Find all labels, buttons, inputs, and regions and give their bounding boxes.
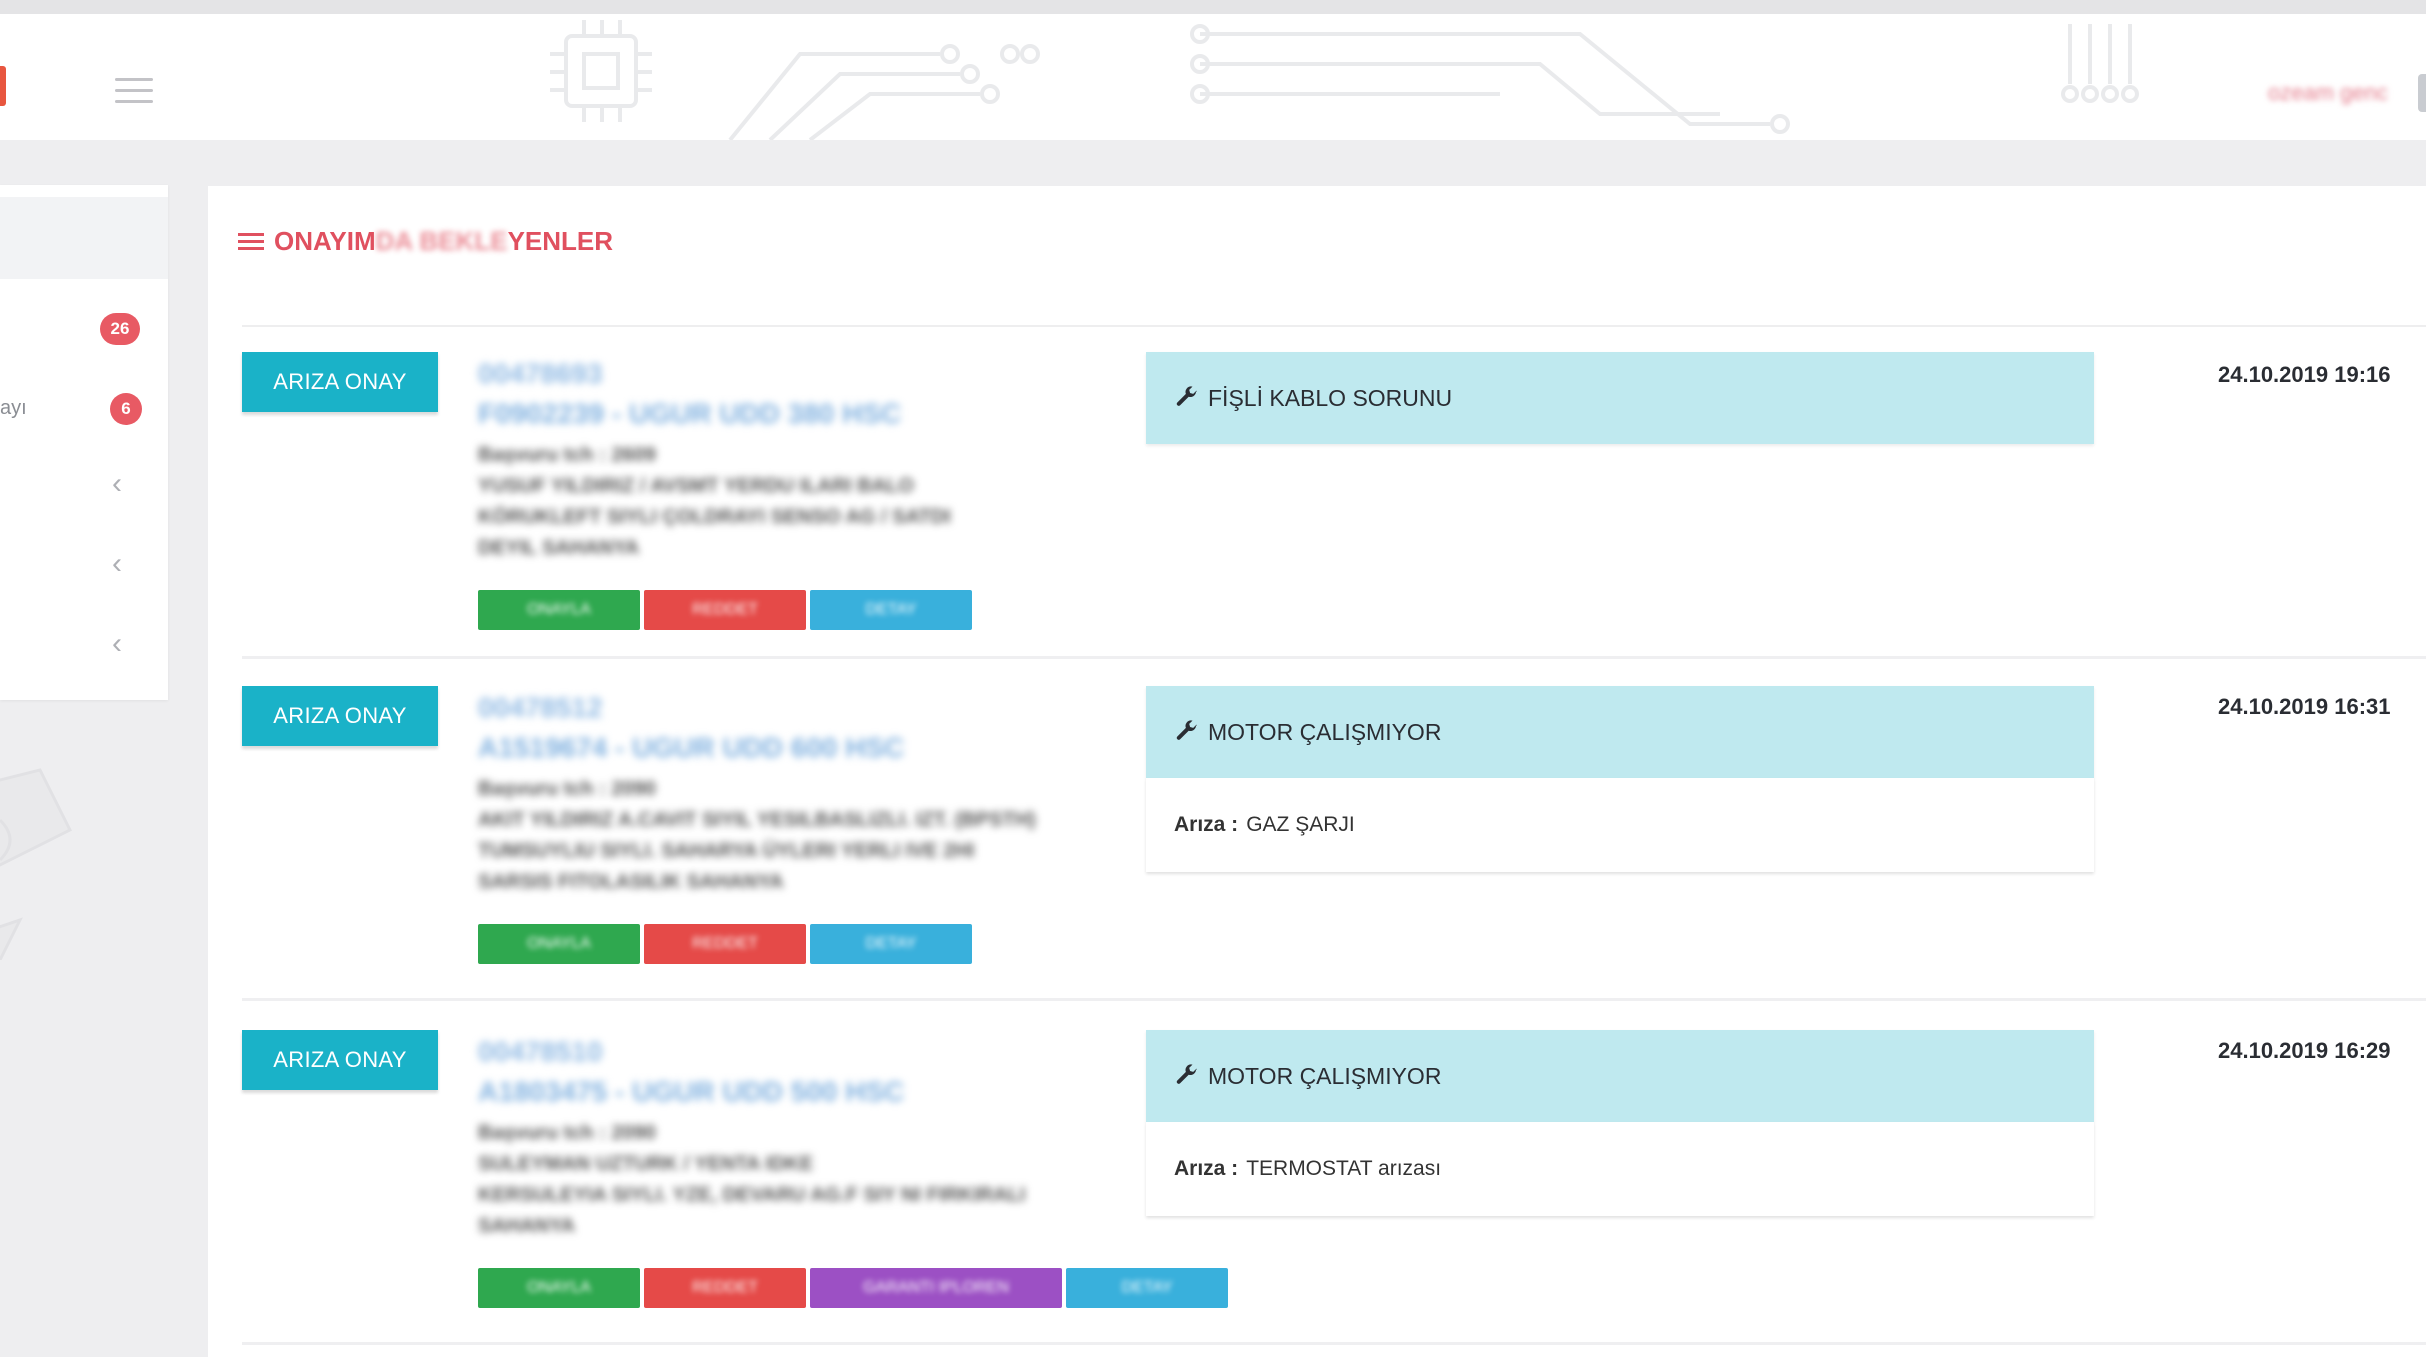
fault-label: Arıza : — [1174, 813, 1239, 836]
issue-title: FİŞLİ KABLO SORUNU — [1208, 384, 1453, 411]
record-model: F0902239 - UGUR UDD 380 HSC — [478, 398, 902, 429]
record-id[interactable]: 00478693 — [478, 358, 603, 390]
chevron-left-icon: ‹ — [112, 467, 122, 500]
fault-detail: Arıza : GAZ ŞARJI — [1146, 778, 2094, 872]
record-id[interactable]: 00478510 — [478, 1036, 603, 1068]
timestamp: 24.10.2019 16:31 — [2218, 694, 2391, 719]
list-item: ARIZA ONAY 00478512 A1519674 - UGUR UDD … — [242, 686, 2426, 1016]
chevron-left-icon: ‹ — [112, 547, 122, 580]
issue-header: FİŞLİ KABLO SORUNU — [1146, 352, 2094, 444]
sidebar-item-label: ayı — [0, 397, 27, 419]
wrench-icon — [1176, 1064, 1197, 1084]
timestamp: 24.10.2019 19:16 — [2218, 362, 2391, 387]
count-badge: 6 — [110, 393, 142, 425]
main-panel: ONAYIMDA BEKLEYENLER ARIZA ONAY 00478693… — [208, 186, 2426, 1357]
record-detail: Başvuru tch : 2090 AKIT YILDIRIZ A.CAVIT … — [478, 778, 1036, 893]
divider — [242, 1342, 2426, 1345]
approve-button[interactable]: ONAYLA — [478, 1268, 640, 1308]
background-illustration — [0, 768, 73, 960]
action-buttons: ONAYLA REDDET DETAY — [478, 924, 972, 964]
timestamp: 24.10.2019 16:29 — [2218, 1038, 2391, 1063]
hamburger-menu-icon[interactable] — [115, 78, 153, 104]
record-detail: Başvuru tch : 2609 YUSUF YILDIRIZ / AVSMT… — [478, 444, 951, 559]
sidebar-item-2[interactable]: ayı 6 — [0, 379, 168, 439]
divider — [242, 325, 2426, 327]
page-title-text: ONAYIM — [274, 226, 376, 256]
reject-button[interactable]: REDDET — [644, 1268, 806, 1308]
detail-button[interactable]: DETAY — [1066, 1268, 1228, 1308]
record-model: A1519674 - UGUR UDD 600 HSC — [478, 732, 905, 763]
sidebar-item-3[interactable]: ‹ — [0, 459, 168, 519]
approve-button[interactable]: ONAYLA — [478, 924, 640, 964]
fault-value: GAZ ŞARJI — [1246, 813, 1355, 836]
list-icon — [238, 232, 264, 251]
warranty-button[interactable]: GARANTI IPLOREN — [810, 1268, 1062, 1308]
list-item: ARIZA ONAY 00478693 F0902239 - UGUR UDD … — [242, 352, 2426, 672]
issue-title: MOTOR ÇALIŞMIYOR — [1208, 718, 1442, 745]
user-name[interactable]: ozeam genc — [2268, 80, 2388, 106]
fault-value: TERMOSTAT arızası — [1246, 1157, 1442, 1180]
sidebar-item-4[interactable]: ‹ — [0, 539, 168, 599]
action-buttons: ONAYLA REDDET DETAY — [478, 590, 972, 630]
sidebar: 26 ayı 6 ‹ ‹ ‹ — [0, 185, 168, 700]
sidebar-item-5[interactable]: ‹ — [0, 619, 168, 679]
sidebar-header — [0, 185, 168, 279]
issue-header: MOTOR ÇALIŞMIYOR — [1146, 686, 2094, 778]
chevron-left-icon: ‹ — [112, 627, 122, 660]
ariza-onay-button[interactable]: ARIZA ONAY — [242, 686, 438, 746]
record-id[interactable]: 00478512 — [478, 692, 603, 724]
sidebar-item-1[interactable]: 26 — [0, 299, 168, 359]
list-item: ARIZA ONAY 00478510 A1803475 - UGUR UDD … — [242, 1030, 2426, 1350]
issue-header: MOTOR ÇALIŞMIYOR — [1146, 1030, 2094, 1122]
record-detail: Başvuru tch : 2090 SULEYMAN UZTURK / YENT… — [478, 1122, 1026, 1237]
approve-button[interactable]: ONAYLA — [478, 590, 640, 630]
logo-fragment — [0, 66, 6, 106]
ariza-onay-button[interactable]: ARIZA ONAY — [242, 352, 438, 412]
detail-button[interactable]: DETAY — [810, 590, 972, 630]
top-bar: ozeam genc — [0, 0, 2426, 140]
fault-label: Arıza : — [1174, 1157, 1239, 1180]
record-model: A1803475 - UGUR UDD 500 HSC — [478, 1076, 905, 1107]
page-title: ONAYIMDA BEKLEYENLER — [238, 226, 613, 257]
wrench-icon — [1176, 720, 1197, 740]
action-buttons: ONAYLA REDDET GARANTI IPLOREN DETAY — [478, 1268, 1228, 1308]
page-title-text-blurred: DA BEKLE — [375, 226, 508, 256]
ariza-onay-button[interactable]: ARIZA ONAY — [242, 1030, 438, 1090]
wrench-icon — [1176, 386, 1197, 406]
issue-title: MOTOR ÇALIŞMIYOR — [1208, 1062, 1442, 1089]
page-title-text: YENLER — [507, 226, 614, 256]
divider — [242, 998, 2426, 1001]
divider — [242, 656, 2426, 659]
reject-button[interactable]: REDDET — [644, 924, 806, 964]
fault-detail: Arıza : TERMOSTAT arızası — [1146, 1122, 2094, 1216]
reject-button[interactable]: REDDET — [644, 590, 806, 630]
count-badge: 26 — [100, 313, 140, 345]
detail-button[interactable]: DETAY — [810, 924, 972, 964]
circuit-background-decoration — [550, 20, 2139, 140]
user-avatar[interactable] — [2418, 74, 2426, 112]
